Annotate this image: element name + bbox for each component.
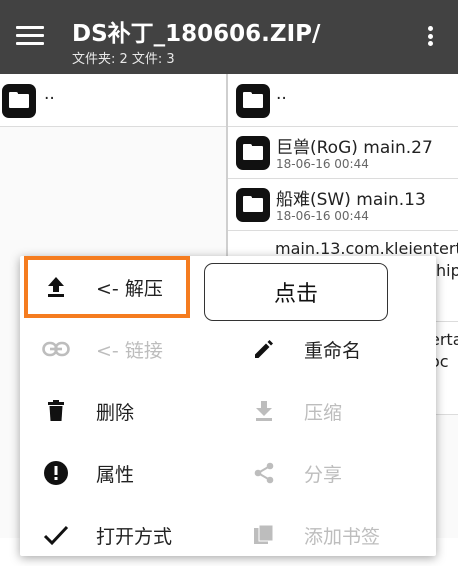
- menu-item-label: 压缩: [304, 401, 343, 424]
- menu-item-properties[interactable]: 属性: [42, 442, 134, 504]
- share-icon: [250, 459, 278, 487]
- file-name-partial: hip: [436, 261, 458, 280]
- menu-item-delete[interactable]: 删除: [42, 380, 134, 442]
- folder-icon: [2, 84, 36, 118]
- app-toolbar: DS补丁_180606.ZIP/ 文件夹: 2 文件: 3: [0, 0, 458, 74]
- menu-item-label: 删除: [96, 401, 135, 424]
- bookmark-icon: [250, 521, 278, 549]
- menu-item-open-with[interactable]: 打开方式: [42, 504, 172, 566]
- overflow-menu-icon[interactable]: [424, 26, 436, 50]
- menu-item-label: 打开方式: [96, 525, 173, 548]
- link-icon: [42, 335, 70, 363]
- file-name: 船难(SW) main.13: [276, 190, 426, 210]
- check-icon: [42, 521, 70, 549]
- menu-item-label: 重命名: [304, 339, 362, 362]
- folder-icon: [236, 188, 270, 222]
- menu-item-rename[interactable]: 重命名: [250, 318, 361, 380]
- parent-folder-label: ..: [276, 84, 287, 104]
- trash-icon: [42, 397, 70, 425]
- download-icon: [250, 397, 278, 425]
- menu-item-add-bookmark[interactable]: 添加书签: [250, 504, 380, 566]
- menu-item-compress[interactable]: 压缩: [250, 380, 342, 442]
- menu-item-link[interactable]: <- 链接: [42, 318, 163, 380]
- folder-icon: [236, 136, 270, 170]
- list-item[interactable]: 船难(SW) main.13 18-06-16 00:44: [228, 179, 458, 231]
- extract-highlight-box: [24, 256, 190, 318]
- menu-item-label: 分享: [304, 463, 343, 486]
- menu-item-label: <- 链接: [96, 339, 163, 362]
- file-date: 18-06-16 00:44: [276, 209, 369, 223]
- hamburger-menu-icon[interactable]: [16, 26, 44, 46]
- info-exclamation-icon: [42, 459, 70, 487]
- callout-text: 点击: [273, 282, 318, 307]
- file-name: 巨兽(RoG) main.27: [276, 138, 433, 158]
- folder-icon: [236, 84, 270, 118]
- parent-folder-row[interactable]: ..: [228, 74, 458, 127]
- toolbar-title: DS补丁_180606.ZIP/: [72, 21, 321, 47]
- menu-item-label: 属性: [96, 463, 135, 486]
- menu-item-label: 添加书签: [304, 525, 381, 548]
- list-item[interactable]: 巨兽(RoG) main.27 18-06-16 00:44: [228, 127, 458, 179]
- menu-item-share[interactable]: 分享: [250, 442, 342, 504]
- toolbar-subtitle: 文件夹: 2 文件: 3: [72, 52, 175, 67]
- file-date: 18-06-16 00:44: [276, 157, 369, 171]
- callout-bubble: 点击: [204, 263, 388, 321]
- parent-folder-label: ..: [44, 84, 55, 104]
- pencil-icon: [250, 335, 278, 363]
- parent-folder-row[interactable]: ..: [0, 74, 226, 127]
